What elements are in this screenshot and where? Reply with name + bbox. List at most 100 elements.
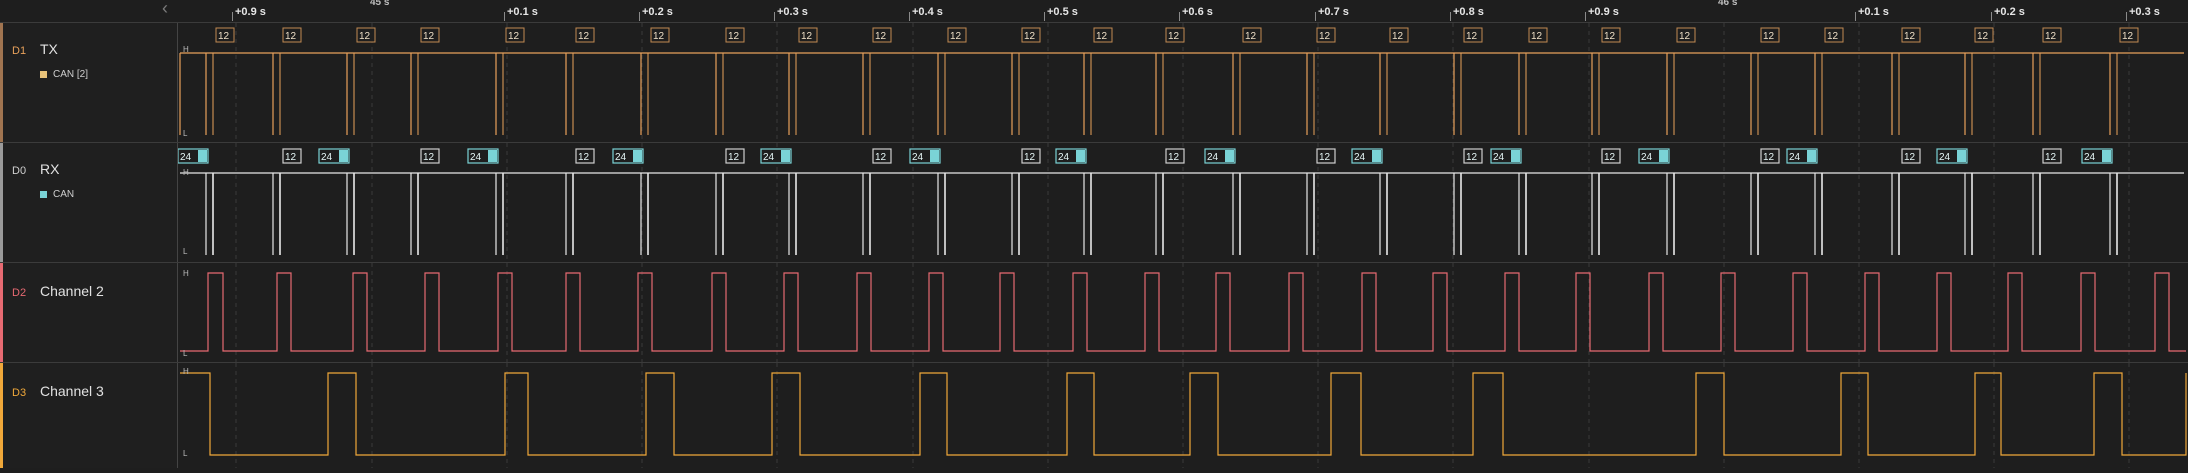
- frame-label: 24: [1493, 152, 1505, 163]
- ruler-tick: [232, 12, 233, 21]
- chevron-left-icon[interactable]: ‹: [156, 0, 174, 18]
- frame-label: 12: [1763, 152, 1775, 163]
- channel-label-panel[interactable]: D2 Channel 2: [0, 263, 178, 363]
- channel-index: D0: [12, 165, 27, 177]
- can-frame: 12: [715, 27, 745, 135]
- frame-label: 12: [801, 31, 813, 42]
- waveform-area[interactable]: H L 24 12 24 12 24 12 24 12 24 12 24 12 24 12 24 12 24 12…: [177, 143, 2188, 263]
- can-frame: 12: [2032, 27, 2062, 135]
- can-frame: 12: [1891, 27, 1921, 135]
- frame-label: 12: [728, 31, 740, 42]
- frame-label: 24: [1789, 152, 1801, 163]
- can-frame: 12: [2032, 148, 2062, 255]
- low-level-label: L: [183, 129, 188, 138]
- frame-label: 12: [1319, 152, 1331, 163]
- frame-ack-marker: [930, 150, 939, 162]
- frame-label: 12: [2045, 31, 2057, 42]
- ruler-left-spacer: ‹: [0, 0, 178, 22]
- frame-label: 12: [508, 31, 520, 42]
- ruler-time-label: +0.4 s: [912, 6, 943, 18]
- channel-3-waveform: [180, 363, 2187, 468]
- waveform-area[interactable]: H L: [178, 363, 2188, 468]
- analyzer-tag[interactable]: CAN [2]: [40, 69, 88, 80]
- channel-label-panel[interactable]: D1 TX CAN [2]: [0, 23, 178, 143]
- tx-waveform: 12 12 12 12 12 12 12 12 12 12 12 12 12 12 12 12 12 12 12 12…: [179, 23, 2184, 143]
- waveform-area[interactable]: H L: [178, 263, 2188, 363]
- ruler-time-label: +0.2 s: [1994, 6, 2025, 18]
- can-frame: 24: [1786, 148, 1823, 255]
- ruler-tick: [2126, 12, 2127, 21]
- can-frame: 12: [1306, 148, 1336, 255]
- frame-label: 12: [1024, 31, 1036, 42]
- frame-label: 12: [359, 31, 371, 42]
- can-frame: 12: [862, 148, 892, 255]
- low-level-label: L: [183, 449, 188, 458]
- ruler-time-label: +0.3 s: [777, 6, 808, 18]
- frame-label: 12: [1096, 31, 1108, 42]
- ruler-tick: [1315, 12, 1316, 21]
- can-frame: 24: [1638, 148, 1675, 255]
- channel-color-stripe: [0, 23, 3, 143]
- ruler-tick: [1991, 12, 1992, 21]
- ruler-time-label: +0.9 s: [1588, 6, 1619, 18]
- frame-label: 24: [615, 152, 627, 163]
- frame-label: 12: [1904, 31, 1916, 42]
- ruler-time-label: +0.9 s: [235, 6, 266, 18]
- channel-row-channel-3: D3 Channel 3 H L: [0, 362, 2188, 468]
- can-frame: 12: [1453, 27, 1483, 135]
- frame-ack-marker: [781, 150, 790, 162]
- can-frame: 12: [346, 27, 376, 135]
- frame-label: 12: [1466, 152, 1478, 163]
- time-ruler[interactable]: +0.9 s +0.1 s +0.2 s +0.3 s +0.4 s +0.5 s +0.6…: [178, 0, 2188, 22]
- can-frame: 24: [467, 148, 504, 255]
- frame-ack-marker: [2102, 150, 2111, 162]
- frame-label: 12: [1977, 31, 1989, 42]
- frame-label: 12: [1466, 31, 1478, 42]
- rx-waveform: 24 12 24 12 24 12 24 12 24 12 24 12 24 12 24 12 24 12 24 12…: [177, 143, 2184, 263]
- ruler-time-label: +0.6 s: [1182, 6, 1213, 18]
- ruler-tick: [1044, 12, 1045, 21]
- frame-ack-marker: [1659, 150, 1668, 162]
- channel-label-panel[interactable]: D3 Channel 3: [0, 363, 178, 468]
- frame-ack-marker: [198, 150, 207, 162]
- ruler-time-label: +0.8 s: [1453, 6, 1484, 18]
- channel-name: Channel 3: [40, 383, 104, 399]
- channel-label-panel[interactable]: D0 RX CAN: [0, 143, 178, 263]
- ruler-time-label: +0.1 s: [1858, 6, 1889, 18]
- ruler-tick: [504, 12, 505, 21]
- can-frame: 12: [272, 148, 302, 255]
- frame-label: 24: [1939, 152, 1951, 163]
- ruler-tick: [1450, 12, 1451, 21]
- ruler-absolute-time: 45 s: [370, 0, 390, 8]
- frame-label: 12: [218, 31, 230, 42]
- frame-label: 12: [1168, 31, 1180, 42]
- can-frame: 12: [1011, 27, 1041, 135]
- can-frame: 12: [565, 148, 595, 255]
- can-frame: 12: [1155, 148, 1185, 255]
- frame-ack-marker: [339, 150, 348, 162]
- frame-ack-marker: [1225, 150, 1234, 162]
- frame-label: 12: [423, 31, 435, 42]
- analyzer-tag[interactable]: CAN: [40, 189, 74, 200]
- frame-label: 24: [2084, 152, 2096, 163]
- can-frame: 12: [1814, 27, 1844, 135]
- frame-ack-marker: [1807, 150, 1816, 162]
- waveform-area[interactable]: H L 12 12 12 12 12 12 12 12 12 12 12 12 12 12 12 12 12 12…: [178, 23, 2188, 143]
- can-frame: 12: [715, 148, 745, 255]
- frame-ack-marker: [1957, 150, 1966, 162]
- ruler-tick: [639, 12, 640, 21]
- can-frame: 12: [862, 27, 892, 135]
- frame-label: 24: [470, 152, 482, 163]
- channel-index: D2: [12, 287, 27, 299]
- channel-row-channel-2: D2 Channel 2 H L: [0, 262, 2188, 363]
- frame-label: 24: [321, 152, 333, 163]
- can-frame: 12: [1011, 148, 1041, 255]
- low-level-label: L: [183, 247, 188, 256]
- high-level-label: H: [183, 269, 189, 278]
- can-frame: 12: [1232, 27, 1262, 135]
- ruler-tick: [774, 12, 775, 21]
- frame-label: 12: [1245, 31, 1257, 42]
- can-frame: 12: [1453, 148, 1483, 255]
- can-frame: 12: [1306, 27, 1336, 135]
- frame-ack-marker: [488, 150, 497, 162]
